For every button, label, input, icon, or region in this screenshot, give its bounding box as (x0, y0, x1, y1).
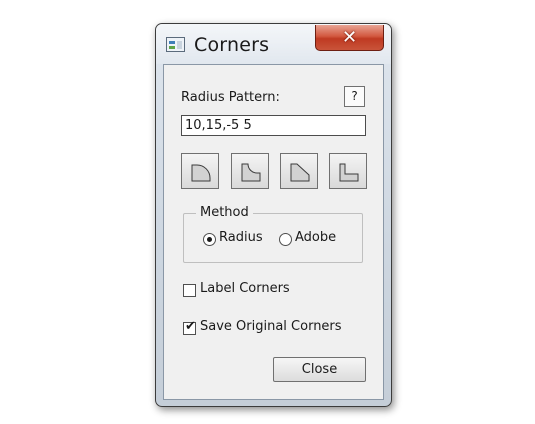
corners-dialog: Corners ✕ Radius Pattern: ? 10,15,-5 5 M… (155, 23, 392, 407)
help-button[interactable]: ? (344, 86, 365, 107)
bevel-corner-icon (290, 163, 310, 182)
method-legend: Method (196, 205, 253, 220)
adobe-radio[interactable] (279, 233, 292, 246)
window-title: Corners (194, 34, 270, 56)
radio-selected-dot (207, 237, 212, 242)
save-original-corners-checkbox[interactable]: ✔ (183, 319, 196, 335)
label-corners-label[interactable]: Label Corners (200, 281, 290, 296)
radius-radio-label[interactable]: Radius (219, 230, 263, 245)
close-button[interactable]: Close (273, 357, 366, 382)
bevel-corner-button[interactable] (280, 153, 318, 189)
round-corner-icon (191, 164, 211, 182)
method-group: Method Radius Adobe (183, 205, 363, 263)
checkmark-icon: ✔ (185, 319, 196, 334)
label-corners-checkbox[interactable] (183, 284, 196, 297)
radius-radio[interactable] (203, 233, 216, 246)
window-close-button[interactable]: ✕ (315, 25, 384, 51)
adobe-radio-label[interactable]: Adobe (295, 230, 336, 245)
notch-corner-icon (339, 163, 359, 182)
radius-pattern-input[interactable] (181, 115, 366, 136)
inverted-round-corner-icon (241, 163, 261, 182)
close-icon: ✕ (341, 27, 358, 48)
notch-corner-button[interactable] (329, 153, 367, 189)
save-original-corners-label[interactable]: Save Original Corners (200, 319, 342, 334)
radius-pattern-label: Radius Pattern: (181, 90, 280, 105)
round-corner-button[interactable] (181, 153, 219, 189)
inverted-round-corner-button[interactable] (231, 153, 269, 189)
dialog-body: Radius Pattern: ? Method (163, 64, 384, 400)
app-icon (166, 37, 185, 52)
